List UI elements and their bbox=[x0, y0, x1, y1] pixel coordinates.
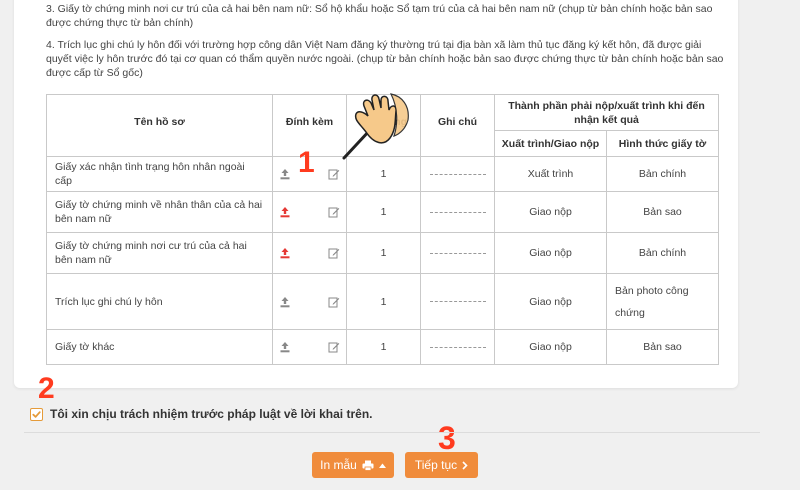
print-form-button[interactable]: In mẫu bbox=[312, 452, 394, 478]
commitment-row: Tôi xin chịu trách nhiệm trước pháp luật… bbox=[30, 407, 372, 421]
section-divider bbox=[24, 432, 760, 433]
print-button-label: In mẫu bbox=[320, 458, 357, 472]
header-name: Tên hồ sơ bbox=[46, 94, 273, 157]
note-input[interactable] bbox=[429, 173, 486, 175]
note-input[interactable] bbox=[429, 252, 486, 254]
commitment-label: Tôi xin chịu trách nhiệm trước pháp luật… bbox=[50, 407, 373, 421]
upload-icon[interactable] bbox=[279, 341, 291, 353]
header-note: Ghi chú bbox=[420, 94, 495, 157]
edit-icon[interactable] bbox=[328, 168, 340, 180]
quantity-cell: 1 bbox=[346, 329, 421, 365]
document-name: Trích lục ghi chú ly hôn bbox=[46, 273, 273, 330]
step-marker-1: 1 bbox=[298, 146, 315, 179]
header-result-group: Thành phần phải nộp/xuất trình khi đến n… bbox=[493, 94, 720, 131]
document-name: Giấy tờ chứng minh nơi cư trú của cả hai… bbox=[46, 232, 273, 274]
edit-icon[interactable] bbox=[328, 247, 340, 259]
continue-button-label: Tiếp tục bbox=[414, 458, 458, 472]
check-icon bbox=[32, 410, 41, 418]
submit-type-cell: Giao nộp bbox=[494, 232, 607, 274]
document-name: Giấy tờ chứng minh về nhân thân của cả h… bbox=[46, 191, 273, 233]
note-cell bbox=[420, 191, 495, 233]
note-cell bbox=[420, 329, 495, 365]
table-row: Giấy tờ chứng minh nơi cư trú của cả hai… bbox=[46, 232, 720, 274]
quantity-cell: 1 bbox=[346, 191, 421, 233]
upload-icon[interactable] bbox=[279, 296, 291, 308]
document-name: Giấy tờ khác bbox=[46, 329, 273, 365]
quantity-cell: 1 bbox=[346, 273, 421, 330]
note-cell bbox=[420, 232, 495, 274]
requirement-item-3: 3. Giấy tờ chứng minh nơi cư trú của cả … bbox=[46, 3, 713, 29]
step-marker-2: 2 bbox=[38, 372, 55, 405]
note-input[interactable] bbox=[429, 346, 486, 348]
attachment-cell bbox=[272, 191, 347, 233]
attachment-cell bbox=[272, 232, 347, 274]
upload-icon[interactable] bbox=[279, 168, 291, 180]
submit-type-cell: Giao nộp bbox=[494, 191, 607, 233]
table-row: Giấy tờ khác 1 Giao nộp Bản sao bbox=[46, 329, 720, 365]
pointing-hand-icon bbox=[342, 93, 409, 160]
edit-icon[interactable] bbox=[328, 206, 340, 218]
edit-icon[interactable] bbox=[328, 341, 340, 353]
table-row: Giấy tờ chứng minh về nhân thân của cả h… bbox=[46, 191, 720, 233]
edit-icon[interactable] bbox=[328, 296, 340, 308]
note-cell bbox=[420, 273, 495, 330]
note-input[interactable] bbox=[429, 301, 486, 303]
note-input[interactable] bbox=[429, 211, 486, 213]
table-row: Trích lục ghi chú ly hôn 1 Giao nộp Bản pho… bbox=[46, 273, 720, 330]
submit-type-cell: Giao nộp bbox=[494, 329, 607, 365]
submit-type-cell: Xuất trình bbox=[494, 156, 607, 192]
printer-icon bbox=[362, 460, 374, 471]
requirement-item-4: 4. Trích lục ghi chú ly hôn đối với trườ… bbox=[46, 39, 724, 79]
document-form-cell: Bản sao bbox=[605, 191, 720, 233]
attachment-cell bbox=[272, 273, 347, 330]
header-form: Hình thức giấy tờ bbox=[605, 130, 720, 157]
document-form-cell: Bản chính bbox=[605, 232, 720, 274]
note-cell bbox=[420, 156, 495, 192]
attachment-cell bbox=[272, 329, 347, 365]
quantity-cell: 1 bbox=[346, 232, 421, 274]
document-form-cell: Bản chính bbox=[605, 156, 720, 192]
document-form-cell: Bản sao bbox=[605, 329, 720, 365]
document-name: Giấy xác nhận tình trạng hôn nhân ngoài … bbox=[46, 156, 273, 192]
upload-icon[interactable] bbox=[279, 247, 291, 259]
header-submit: Xuất trình/Giao nộp bbox=[494, 130, 607, 157]
document-form-cell: Bản photo công chứng bbox=[605, 273, 720, 330]
caret-up-icon bbox=[378, 463, 386, 468]
commitment-checkbox[interactable] bbox=[30, 407, 43, 421]
document-table-body: Giấy xác nhận tình trạng hôn nhân ngoài … bbox=[46, 156, 720, 365]
upload-icon[interactable] bbox=[279, 206, 291, 218]
chevron-right-icon bbox=[462, 460, 468, 470]
continue-button[interactable]: Tiếp tục bbox=[405, 452, 478, 478]
submit-type-cell: Giao nộp bbox=[494, 273, 607, 330]
